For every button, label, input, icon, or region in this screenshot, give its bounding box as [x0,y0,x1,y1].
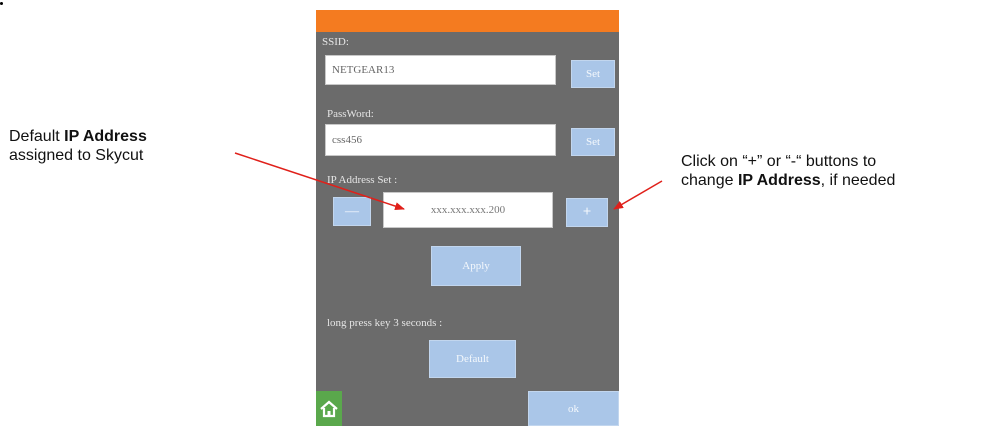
right-arrow [613,180,663,210]
left-arrow [234,152,405,210]
callout-arrows [234,152,663,210]
